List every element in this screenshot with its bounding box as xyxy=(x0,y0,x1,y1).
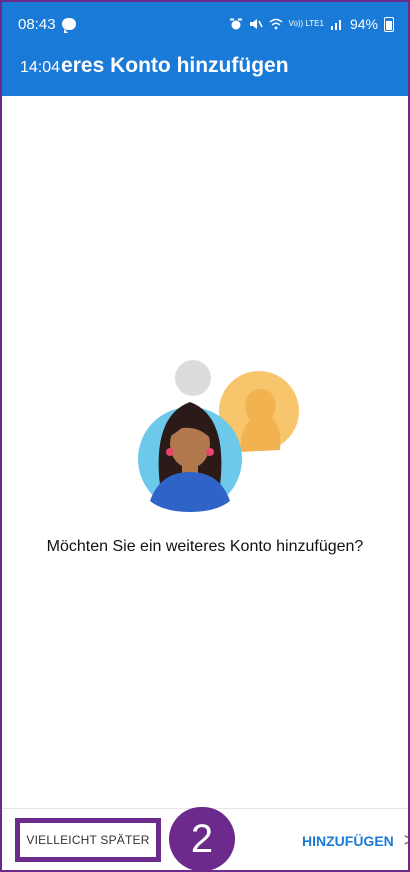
title-text: eres Konto hinzufügen xyxy=(61,54,289,77)
status-time: 08:43 xyxy=(18,15,56,33)
add-account-illustration xyxy=(138,360,299,512)
battery-percent: 94% xyxy=(349,16,378,32)
volte-icon: Vo)) LTE1 xyxy=(288,19,324,28)
question-text: Möchten Sie ein weiteres Konto hinzufüge… xyxy=(46,538,364,555)
title-time-overlay: 14:04 xyxy=(20,59,61,76)
page-title: 14:04 eres Konto hinzufügen xyxy=(20,54,289,78)
add-button[interactable]: HINZUFÜGEN > xyxy=(302,830,410,851)
wifi-icon xyxy=(269,18,282,30)
maybe-later-button[interactable]: VIELLEICHT SPÄTER xyxy=(15,818,161,862)
chat-icon xyxy=(61,18,76,33)
step-badge: 2 xyxy=(169,807,235,871)
signal-icon xyxy=(330,20,341,30)
add-label: HINZUFÜGEN xyxy=(302,832,394,849)
mute-icon xyxy=(249,19,263,29)
status-bar: 08:43 Vo)) LTE1 94% xyxy=(2,2,408,46)
maybe-later-label: VIELLEICHT SPÄTER xyxy=(26,833,150,847)
app-bar: 08:43 Vo)) LTE1 94% 14:04 eres Konto hin… xyxy=(2,2,408,96)
alarm-icon xyxy=(229,18,242,30)
chevron-right-icon: > xyxy=(403,830,410,850)
battery-icon xyxy=(384,16,394,32)
